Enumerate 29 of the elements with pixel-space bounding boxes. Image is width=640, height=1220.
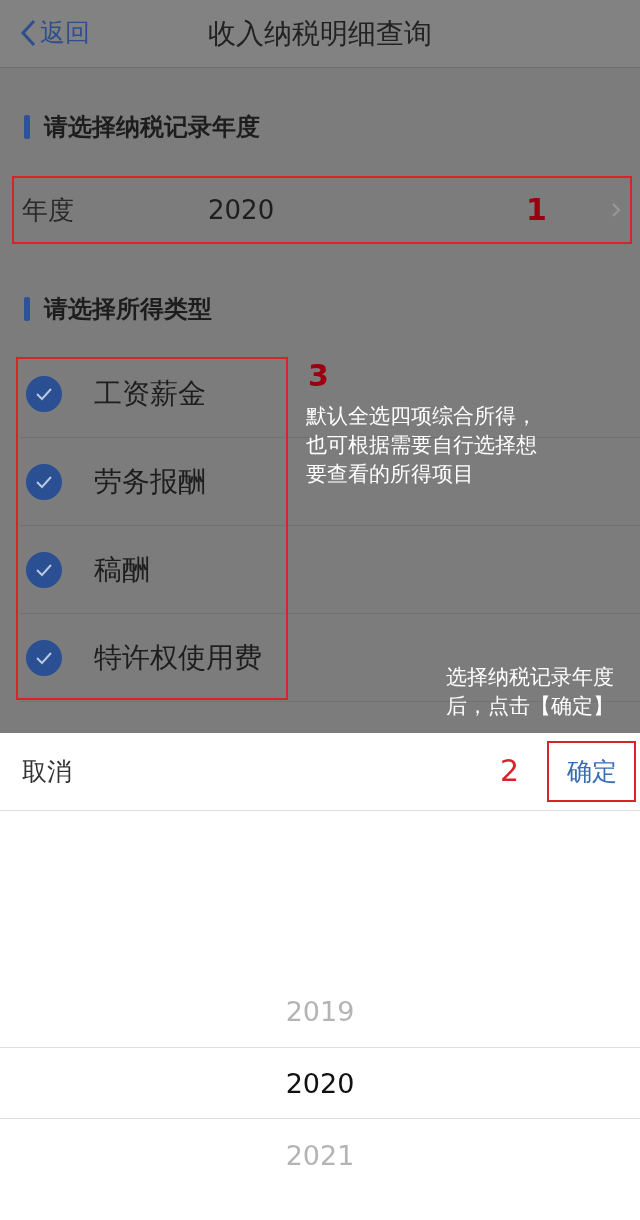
annotation-text: 默认全选四项综合所得，也可根据需要自行选择想要查看的所得项目 [306, 403, 538, 488]
year-option[interactable]: 2020 [0, 1047, 640, 1119]
checkbox[interactable] [26, 551, 62, 588]
year-option[interactable]: 2021 [0, 1119, 640, 1191]
back-icon [20, 18, 36, 47]
section-bar [24, 115, 30, 139]
section-heading: 请选择所得类型 [44, 294, 212, 325]
chevron-icon [611, 202, 621, 218]
checkbox[interactable] [26, 375, 62, 412]
back-button[interactable]: 返回 [20, 12, 90, 53]
year-label: 年度 [22, 193, 74, 227]
income-type-label: 劳务报酬 [94, 463, 206, 500]
step-number: 2 [500, 753, 520, 788]
year-option[interactable]: 2019 [0, 975, 640, 1047]
checkbox[interactable] [26, 639, 62, 676]
page-title: 收入纳税明细查询 [208, 15, 432, 52]
income-type-label: 稿酬 [94, 551, 150, 588]
step-number: 1 [526, 192, 547, 227]
back-label: 返回 [40, 17, 90, 49]
section-bar [24, 297, 30, 321]
section-heading: 请选择纳税记录年度 [44, 112, 260, 143]
income-type-label: 特许权使用费 [94, 639, 262, 676]
cancel-button[interactable]: 取消 [22, 755, 72, 788]
checkbox[interactable] [26, 463, 62, 500]
year-value[interactable]: 2020 [208, 195, 275, 225]
income-type-label: 工资薪金 [94, 375, 206, 412]
annotation-text: 选择纳税记录年度后，点击【确定】 [446, 664, 615, 720]
step-number: 3 [308, 358, 329, 393]
confirm-button[interactable]: 确定 [547, 741, 636, 802]
